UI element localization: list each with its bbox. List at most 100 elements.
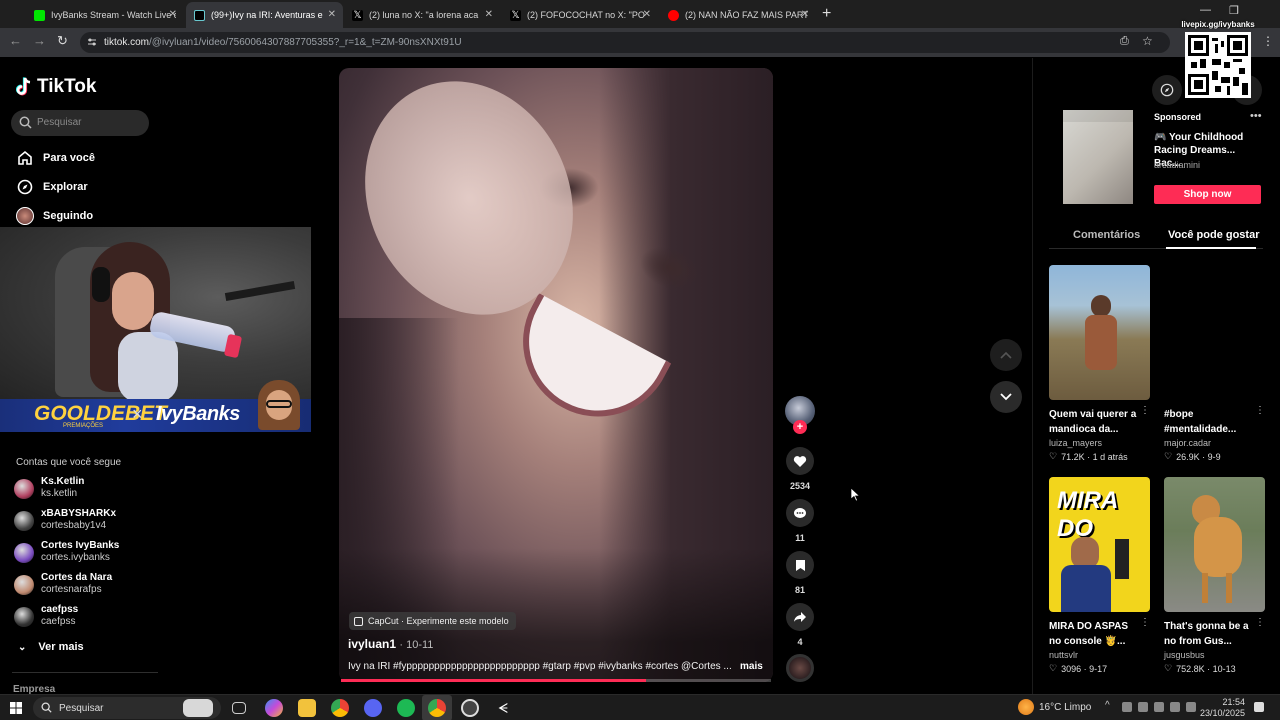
- spotify-icon[interactable]: [397, 699, 415, 717]
- chrome-active-icon[interactable]: [428, 699, 446, 717]
- volume-icon[interactable]: [1186, 702, 1196, 712]
- address-bar[interactable]: tiktok.com/@ivyluan1/video/7560064307887…: [80, 32, 1170, 53]
- more-options-icon[interactable]: ⋮: [1140, 405, 1150, 416]
- tab-comments[interactable]: Comentários: [1073, 229, 1140, 241]
- more-options-icon[interactable]: ⋮: [1255, 617, 1265, 628]
- cartoon-avatar: [258, 380, 300, 430]
- recommended-video[interactable]: That's gonna be a no from Gus... ⋮ jusgu…: [1164, 477, 1265, 674]
- obs-icon[interactable]: [461, 699, 479, 717]
- discord-icon[interactable]: [364, 699, 382, 717]
- sponsored-label: Sponsored: [1154, 112, 1202, 122]
- windows-taskbar: Pesquisar ᗕ 16°C Limpo ^ 21:54 23/10/202…: [0, 694, 1280, 720]
- microphone-icon[interactable]: [1138, 702, 1148, 712]
- search-highlight-cat-icon: [183, 699, 213, 717]
- account-name: Cortes IvyBanks: [41, 540, 120, 551]
- active-tab-indicator: [1166, 247, 1256, 249]
- save-button[interactable]: [786, 551, 814, 579]
- avatar: [14, 511, 34, 531]
- back-arrow-icon[interactable]: ←: [9, 33, 22, 48]
- install-app-icon[interactable]: ⎙: [1120, 35, 1129, 48]
- recommended-video[interactable]: MIRA DO MIRA DO ASPAS no console 🤴... ⋮ …: [1049, 477, 1150, 674]
- windows-start-icon[interactable]: [10, 702, 22, 714]
- bookmark-star-icon[interactable]: ☆: [1142, 34, 1153, 48]
- close-icon[interactable]: ✕: [643, 9, 651, 20]
- site-info-icon[interactable]: [87, 37, 97, 47]
- file-explorer-icon[interactable]: [298, 699, 316, 717]
- copilot-icon[interactable]: [265, 699, 283, 717]
- next-video-button[interactable]: [990, 381, 1022, 413]
- more-options-icon[interactable]: ⋮: [1255, 405, 1265, 416]
- recommended-video[interactable]: #bope #mentalidade... ⋮ major.cadar ♡ 26.…: [1164, 265, 1265, 462]
- see-more-button[interactable]: ⌄ Ver mais: [18, 641, 84, 653]
- tray-app-icon[interactable]: [1154, 702, 1164, 712]
- search-input[interactable]: Pesquisar: [11, 110, 149, 136]
- nav-item-explorar[interactable]: Explorar: [16, 178, 88, 196]
- compass-icon: [1160, 83, 1174, 97]
- account-name: Ks.Ketlin: [41, 476, 85, 487]
- close-icon[interactable]: ✕: [169, 9, 177, 20]
- discover-button[interactable]: [1152, 75, 1182, 105]
- save-count: 81: [794, 585, 805, 595]
- browser-menu-icon[interactable]: ⋮: [1262, 34, 1274, 48]
- share-count: 4: [797, 637, 803, 647]
- weather-text[interactable]: 16°C Limpo: [1039, 702, 1091, 713]
- tray-app-icon[interactable]: [1122, 702, 1132, 712]
- like-button[interactable]: [786, 447, 814, 475]
- chevron-down-icon: [1000, 393, 1012, 401]
- maximize-icon[interactable]: ❐: [1229, 4, 1239, 17]
- account-name: Cortes da Nara: [41, 572, 113, 583]
- ad-options-icon[interactable]: •••: [1250, 110, 1262, 122]
- more-options-icon[interactable]: ⋮: [1140, 617, 1150, 628]
- follow-button[interactable]: +: [793, 420, 807, 434]
- network-icon[interactable]: [1170, 702, 1180, 712]
- tab-ivybanks-stream[interactable]: IvyBanks Stream - Watch Live o ✕: [26, 2, 184, 28]
- minimize-icon[interactable]: —: [1200, 4, 1211, 16]
- music-disc-icon[interactable]: [786, 654, 814, 682]
- video-progress-bar[interactable]: [341, 679, 771, 682]
- tab-tiktok-video[interactable]: (99+)Ivy na IRI: Aventuras e ✕: [186, 2, 343, 28]
- comment-count: 11: [795, 533, 805, 543]
- capcut-icon[interactable]: ᗕ: [494, 699, 512, 717]
- tab-youtube[interactable]: (2) NAN NÃO FAZ MAIS PARTE ✕: [660, 2, 816, 28]
- capcut-template-link[interactable]: CapCut · Experimente este modelo: [349, 612, 516, 630]
- close-icon[interactable]: ✕: [328, 9, 336, 20]
- clock[interactable]: 21:54 23/10/2025: [1200, 697, 1245, 719]
- recommended-video[interactable]: Quem vai querer a mandioca da... ⋮ luiza…: [1049, 265, 1150, 462]
- mouse-cursor-icon: [851, 488, 861, 502]
- ad-brand[interactable]: arcadiamini: [1154, 160, 1200, 170]
- caption-more-button[interactable]: mais: [740, 661, 763, 672]
- chevron-up-icon: [1000, 351, 1012, 359]
- task-view-icon[interactable]: [232, 702, 246, 714]
- close-icon[interactable]: ✕: [801, 9, 809, 20]
- tab-you-may-like[interactable]: Você pode gostar: [1168, 229, 1259, 241]
- forward-arrow-icon[interactable]: →: [33, 33, 46, 48]
- nav-item-para-voce[interactable]: Para você: [16, 149, 95, 167]
- previous-video-button[interactable]: [990, 339, 1022, 371]
- chevron-up-icon[interactable]: ^: [1105, 700, 1110, 711]
- heart-outline-icon: ♡: [1049, 451, 1058, 461]
- share-button[interactable]: [786, 603, 814, 631]
- chevron-down-icon: ⌄: [18, 641, 27, 653]
- webcam-stream-overlay: GOOLDEBET PREMIAÇÕES × IvyBanks: [0, 227, 311, 432]
- nav-item-seguindo[interactable]: Seguindo: [16, 207, 93, 225]
- tab-x-luna[interactable]: 𝕏 (2) luna no X: "a lorena aca ✕: [344, 2, 500, 28]
- reload-icon[interactable]: ↻: [57, 33, 68, 49]
- shop-now-button[interactable]: Shop now: [1154, 185, 1261, 204]
- headset-icon: [92, 267, 110, 302]
- tab-x-fofocochat[interactable]: 𝕏 (2) FOFOCOCHAT no X: "PO ✕: [502, 2, 658, 28]
- home-icon: [16, 149, 34, 167]
- chrome-icon[interactable]: [331, 699, 349, 717]
- video-author[interactable]: ivyluan1 · 10-11: [348, 637, 433, 651]
- kick-favicon-icon: [34, 9, 45, 21]
- avatar: [14, 575, 34, 595]
- video-player[interactable]: [339, 68, 773, 682]
- notification-icon[interactable]: [1254, 702, 1264, 712]
- close-icon[interactable]: ✕: [485, 9, 493, 20]
- taskbar-search-input[interactable]: Pesquisar: [33, 697, 221, 719]
- streamer-name: IvyBanks: [156, 403, 240, 425]
- tiktok-favicon-icon: [194, 9, 205, 21]
- comment-button[interactable]: [786, 499, 814, 527]
- ad-thumbnail[interactable]: [1063, 110, 1133, 204]
- new-tab-button[interactable]: +: [822, 5, 831, 23]
- tiktok-logo[interactable]: TikTok: [16, 76, 96, 98]
